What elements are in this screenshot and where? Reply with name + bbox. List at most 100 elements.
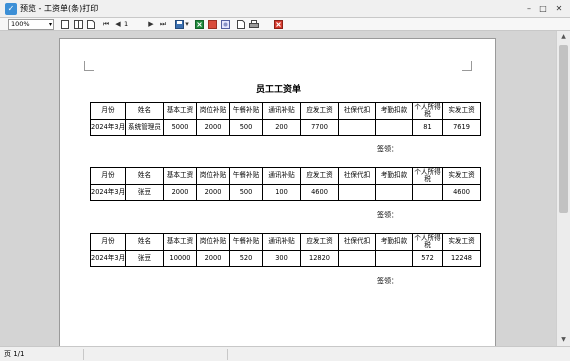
print-icon[interactable]: [249, 19, 259, 30]
save-dropdown-icon[interactable]: ▾: [184, 19, 190, 30]
page-number-input[interactable]: 1: [124, 19, 142, 30]
table-cell: 张豆: [125, 183, 164, 201]
app-icon: ✓: [5, 3, 17, 15]
table-cell: 12820: [300, 249, 339, 267]
column-header: 通讯补贴: [262, 167, 301, 185]
table-header-row: 月份 姓名 基本工资 岗位补贴 午餐补贴 通讯补贴 应发工资 社保代扣 考勤扣款 个人所得税 实发工…: [90, 167, 481, 185]
pay-slip-table: 月份 姓名 基本工资 岗位补贴 午餐补贴 通讯补贴 应发工资 社保代扣 考勤扣款 个人所得税 实发工…: [90, 167, 481, 201]
table-cell: 4600: [442, 183, 481, 201]
zoom-select[interactable]: 100% ▾: [8, 19, 54, 30]
title-bar: ✓ 预览 - 工资单(条)打印 – □ ✕: [0, 0, 570, 18]
column-header: 午餐补贴: [229, 233, 263, 251]
table-cell: 2000: [196, 249, 230, 267]
table-cell: 500: [229, 118, 263, 136]
column-header: 月份: [90, 167, 126, 185]
column-header: 基本工资: [163, 167, 197, 185]
table-cell: 5000: [163, 118, 197, 136]
last-page-icon[interactable]: ⏭: [158, 19, 168, 30]
column-header: 应发工资: [300, 167, 339, 185]
signature-label: 签领：: [377, 211, 398, 219]
toolbar: 100% ▾ ⏮ ◀ 1 ▶ ⏭ ▾: [0, 18, 570, 31]
column-header: 通讯补贴: [262, 102, 301, 120]
table-cell: 7619: [442, 118, 481, 136]
crop-mark: [462, 61, 472, 71]
table-cell: 500: [229, 183, 263, 201]
status-bar: 页 1/1: [0, 346, 570, 361]
table-cell: [338, 183, 376, 201]
vertical-scrollbar[interactable]: ▲ ▼: [556, 31, 570, 346]
table-row: 2024年3月 张豆 2000 2000 500 100 4600 4600: [90, 183, 481, 201]
minimize-button[interactable]: –: [522, 3, 536, 15]
table-cell: 2000: [163, 183, 197, 201]
previous-page-icon[interactable]: ◀: [113, 19, 123, 30]
image-export-icon[interactable]: [220, 19, 230, 30]
close-preview-icon[interactable]: [273, 19, 283, 30]
column-header: 社保代扣: [338, 167, 376, 185]
multi-page-icon[interactable]: [73, 19, 83, 30]
scroll-thumb[interactable]: [559, 45, 568, 213]
page-status: 页 1/1: [0, 349, 84, 360]
column-header: 个人所得税: [412, 233, 443, 251]
page-setup-icon[interactable]: [236, 19, 246, 30]
table-cell: 7700: [300, 118, 339, 136]
table-header-row: 月份 姓名 基本工资 岗位补贴 午餐补贴 通讯补贴 应发工资 社保代扣 考勤扣款 个人所得税 实发工…: [90, 102, 481, 120]
column-header: 实发工资: [442, 167, 481, 185]
table-header-row: 月份 姓名 基本工资 岗位补贴 午餐补贴 通讯补贴 应发工资 社保代扣 考勤扣款 个人所得税 实发工…: [90, 233, 481, 251]
table-cell: [412, 183, 443, 201]
column-header: 午餐补贴: [229, 102, 263, 120]
column-header: 姓名: [125, 167, 164, 185]
signature-label: 签领：: [377, 145, 398, 153]
crop-mark: [84, 61, 94, 71]
table-cell: [338, 249, 376, 267]
column-header: 社保代扣: [338, 233, 376, 251]
table-cell: 2024年3月: [90, 183, 126, 201]
status-cell: [84, 349, 228, 360]
save-icon[interactable]: [174, 19, 184, 30]
window-title: 预览 - 工资单(条)打印: [20, 4, 99, 13]
first-page-icon[interactable]: ⏮: [101, 19, 111, 30]
document-title: 员工工资单: [255, 85, 301, 95]
table-cell: [375, 118, 413, 136]
table-cell: 2000: [196, 118, 230, 136]
table-row: 2024年3月 系统管理员 5000 2000 500 200 7700 81 7619: [90, 118, 481, 136]
column-header: 岗位补贴: [196, 167, 230, 185]
close-button[interactable]: ✕: [552, 3, 566, 15]
table-cell: 张豆: [125, 249, 164, 267]
single-page-icon[interactable]: [60, 19, 70, 30]
table-cell: 12248: [442, 249, 481, 267]
pdf-export-icon[interactable]: [207, 19, 217, 30]
column-header: 通讯补贴: [262, 233, 301, 251]
column-header: 月份: [90, 233, 126, 251]
print-page: 员工工资单 月份 姓名 基本工资 岗位补贴 午餐补贴 通讯补贴 应发工资 社保代扣 考勤扣款 个人…: [59, 38, 496, 346]
column-header: 考勤扣款: [375, 167, 413, 185]
table-cell: 100: [262, 183, 301, 201]
table-cell: 系统管理员: [125, 118, 164, 136]
table-cell: 10000: [163, 249, 197, 267]
table-cell: 520: [229, 249, 263, 267]
zoom-value: 100%: [11, 20, 30, 28]
next-page-icon[interactable]: ▶: [146, 19, 156, 30]
scroll-down-icon[interactable]: ▼: [557, 334, 570, 346]
pay-slip-table: 月份 姓名 基本工资 岗位补贴 午餐补贴 通讯补贴 应发工资 社保代扣 考勤扣款 个人所得税 实发工…: [90, 102, 481, 136]
table-cell: 300: [262, 249, 301, 267]
status-cell: [228, 349, 570, 360]
pay-slip-table: 月份 姓名 基本工资 岗位补贴 午餐补贴 通讯补贴 应发工资 社保代扣 考勤扣款 个人所得税 实发工…: [90, 233, 481, 267]
column-header: 岗位补贴: [196, 102, 230, 120]
column-header: 实发工资: [442, 102, 481, 120]
column-header: 岗位补贴: [196, 233, 230, 251]
maximize-button[interactable]: □: [536, 3, 550, 15]
table-cell: 2024年3月: [90, 249, 126, 267]
column-header: 应发工资: [300, 102, 339, 120]
table-cell: [375, 249, 413, 267]
table-cell: 2000: [196, 183, 230, 201]
table-cell: [338, 118, 376, 136]
column-header: 实发工资: [442, 233, 481, 251]
page-icon[interactable]: [86, 19, 96, 30]
column-header: 个人所得税: [412, 167, 443, 185]
column-header: 社保代扣: [338, 102, 376, 120]
preview-area[interactable]: 员工工资单 月份 姓名 基本工资 岗位补贴 午餐补贴 通讯补贴 应发工资 社保代扣 考勤扣款 个人…: [0, 31, 556, 346]
column-header: 月份: [90, 102, 126, 120]
scroll-up-icon[interactable]: ▲: [557, 31, 570, 43]
excel-export-icon[interactable]: [194, 19, 204, 30]
table-cell: 81: [412, 118, 443, 136]
